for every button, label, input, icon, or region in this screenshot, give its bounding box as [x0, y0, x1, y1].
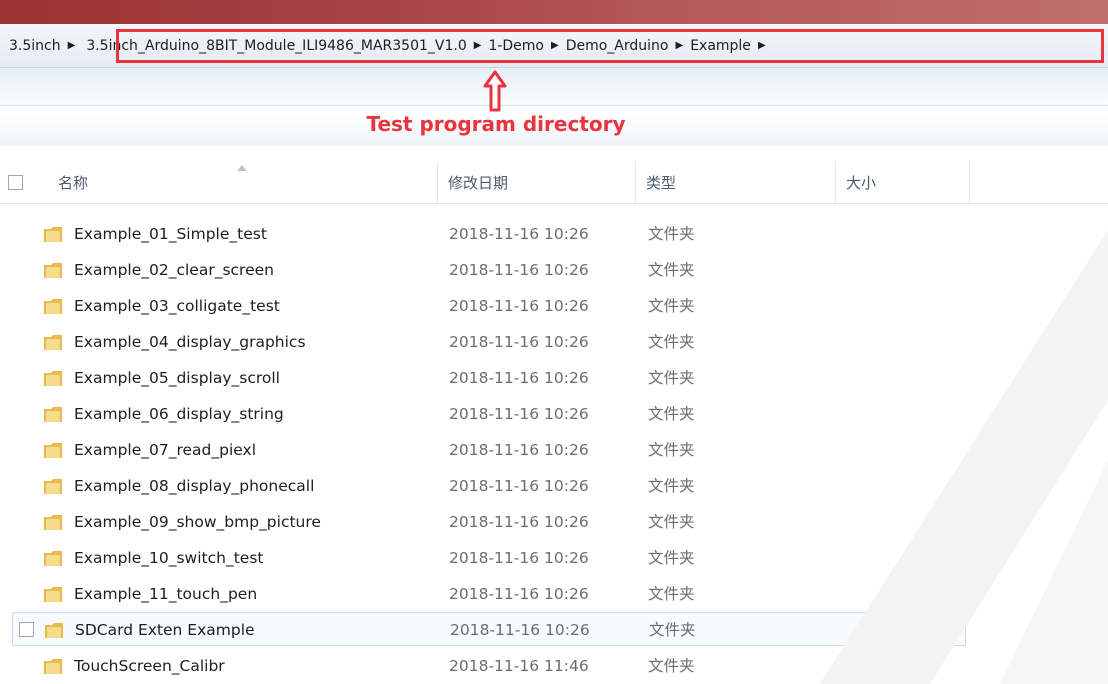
- list-item[interactable]: Example_10_switch_test 2018-11-16 10:26 …: [12, 541, 966, 575]
- column-modified-label: 修改日期: [448, 174, 509, 192]
- file-date: 2018-11-16 10:26: [449, 513, 589, 531]
- arrow-up-icon: [483, 70, 507, 112]
- file-type: 文件夹: [648, 297, 695, 315]
- file-type: 文件夹: [648, 261, 695, 279]
- file-type: 文件夹: [648, 225, 695, 243]
- file-type: 文件夹: [648, 513, 695, 531]
- file-date: 2018-11-16 10:26: [449, 549, 589, 567]
- list-item[interactable]: Example_03_colligate_test 2018-11-16 10:…: [12, 289, 966, 323]
- folder-icon: [44, 479, 62, 494]
- folder-icon: [45, 623, 63, 638]
- list-item[interactable]: Example_01_Simple_test 2018-11-16 10:26 …: [12, 217, 966, 251]
- list-item[interactable]: Example_02_clear_screen 2018-11-16 10:26…: [12, 253, 966, 287]
- file-name: Example_11_touch_pen: [74, 585, 258, 603]
- folder-icon: [44, 659, 62, 674]
- chevron-right-icon[interactable]: ▶: [671, 40, 687, 51]
- file-name: Example_09_show_bmp_picture: [74, 513, 321, 531]
- file-date: 2018-11-16 10:26: [449, 405, 589, 423]
- breadcrumb-item[interactable]: 3.5inch_Arduino_8BIT_Module_ILI9486_MAR3…: [83, 38, 469, 54]
- file-type: 文件夹: [648, 585, 695, 603]
- file-date: 2018-11-16 10:26: [449, 333, 589, 351]
- file-date: 2018-11-16 11:46: [449, 657, 589, 675]
- breadcrumb-item[interactable]: Example: [687, 38, 754, 54]
- list-item-hovered[interactable]: SDCard Exten Example 2018-11-16 10:26 文件…: [12, 612, 966, 646]
- file-name: TouchScreen_Calibr: [74, 657, 225, 675]
- column-type-label: 类型: [646, 174, 677, 192]
- file-date: 2018-11-16 10:26: [449, 297, 589, 315]
- file-date: 2018-11-16 10:26: [449, 261, 589, 279]
- file-name: Example_07_read_piexl: [74, 441, 257, 459]
- column-header: 名称 修改日期 类型 大小: [0, 162, 1108, 204]
- file-date: 2018-11-16 10:26: [449, 441, 589, 459]
- file-type: 文件夹: [648, 369, 695, 387]
- file-date: 2018-11-16 10:26: [449, 585, 589, 603]
- chevron-right-icon[interactable]: ▶: [754, 40, 770, 51]
- list-item[interactable]: Example_11_touch_pen 2018-11-16 10:26 文件…: [12, 577, 966, 611]
- folder-icon: [44, 263, 62, 278]
- column-size-label: 大小: [846, 174, 877, 192]
- list-item[interactable]: Example_08_display_phonecall 2018-11-16 …: [12, 469, 966, 503]
- file-date: 2018-11-16 10:26: [450, 621, 590, 639]
- list-item[interactable]: TouchScreen_Calibr 2018-11-16 11:46 文件夹: [12, 649, 966, 683]
- file-type: 文件夹: [648, 657, 695, 675]
- file-name: SDCard Exten Example: [75, 621, 255, 639]
- file-date: 2018-11-16 10:26: [449, 477, 589, 495]
- chevron-right-icon[interactable]: ▶: [547, 40, 563, 51]
- column-name-label: 名称: [58, 174, 89, 192]
- list-item[interactable]: Example_04_display_graphics 2018-11-16 1…: [12, 325, 966, 359]
- file-date: 2018-11-16 10:26: [449, 369, 589, 387]
- folder-icon: [44, 443, 62, 458]
- file-name: Example_05_display_scroll: [74, 369, 280, 387]
- folder-icon: [44, 515, 62, 530]
- file-name: Example_04_display_graphics: [74, 333, 306, 351]
- file-name: Example_01_Simple_test: [74, 225, 267, 243]
- folder-icon: [44, 299, 62, 314]
- toolbar-divider: [0, 105, 1108, 106]
- file-name: Example_08_display_phonecall: [74, 477, 315, 495]
- select-all-checkbox[interactable]: [8, 175, 23, 190]
- folder-icon: [44, 227, 62, 242]
- column-size[interactable]: 大小: [836, 162, 970, 204]
- file-name: Example_10_switch_test: [74, 549, 264, 567]
- file-type: 文件夹: [648, 477, 695, 495]
- row-checkbox[interactable]: [19, 622, 34, 637]
- annotation-label: Test program directory: [366, 112, 626, 136]
- folder-icon: [44, 335, 62, 350]
- file-type: 文件夹: [648, 549, 695, 567]
- window-title-strip: [0, 0, 1108, 24]
- file-name: Example_02_clear_screen: [74, 261, 274, 279]
- file-type: 文件夹: [648, 441, 695, 459]
- file-name: Example_03_colligate_test: [74, 297, 280, 315]
- list-item[interactable]: Example_05_display_scroll 2018-11-16 10:…: [12, 361, 966, 395]
- folder-icon: [44, 587, 62, 602]
- sort-ascending-icon: [237, 165, 247, 171]
- file-type: 文件夹: [649, 621, 696, 639]
- folder-icon: [44, 371, 62, 386]
- folder-icon: [44, 407, 62, 422]
- address-bar[interactable]: 3.5inch ▶ 3.5inch_Arduino_8BIT_Module_IL…: [0, 24, 1108, 68]
- file-type: 文件夹: [648, 333, 695, 351]
- list-item[interactable]: Example_09_show_bmp_picture 2018-11-16 1…: [12, 505, 966, 539]
- breadcrumb-item[interactable]: 1-Demo: [485, 38, 547, 54]
- chevron-right-icon[interactable]: ▶: [64, 40, 80, 51]
- file-name: Example_06_display_string: [74, 405, 284, 423]
- column-type[interactable]: 类型: [636, 162, 836, 204]
- breadcrumb-item[interactable]: 3.5inch: [6, 38, 64, 54]
- column-modified[interactable]: 修改日期: [438, 162, 636, 204]
- folder-icon: [44, 551, 62, 566]
- chevron-right-icon[interactable]: ▶: [470, 40, 486, 51]
- breadcrumb-item[interactable]: Demo_Arduino: [563, 38, 672, 54]
- list-item[interactable]: Example_07_read_piexl 2018-11-16 10:26 文…: [12, 433, 966, 467]
- file-type: 文件夹: [648, 405, 695, 423]
- list-item[interactable]: Example_06_display_string 2018-11-16 10:…: [12, 397, 966, 431]
- file-date: 2018-11-16 10:26: [449, 225, 589, 243]
